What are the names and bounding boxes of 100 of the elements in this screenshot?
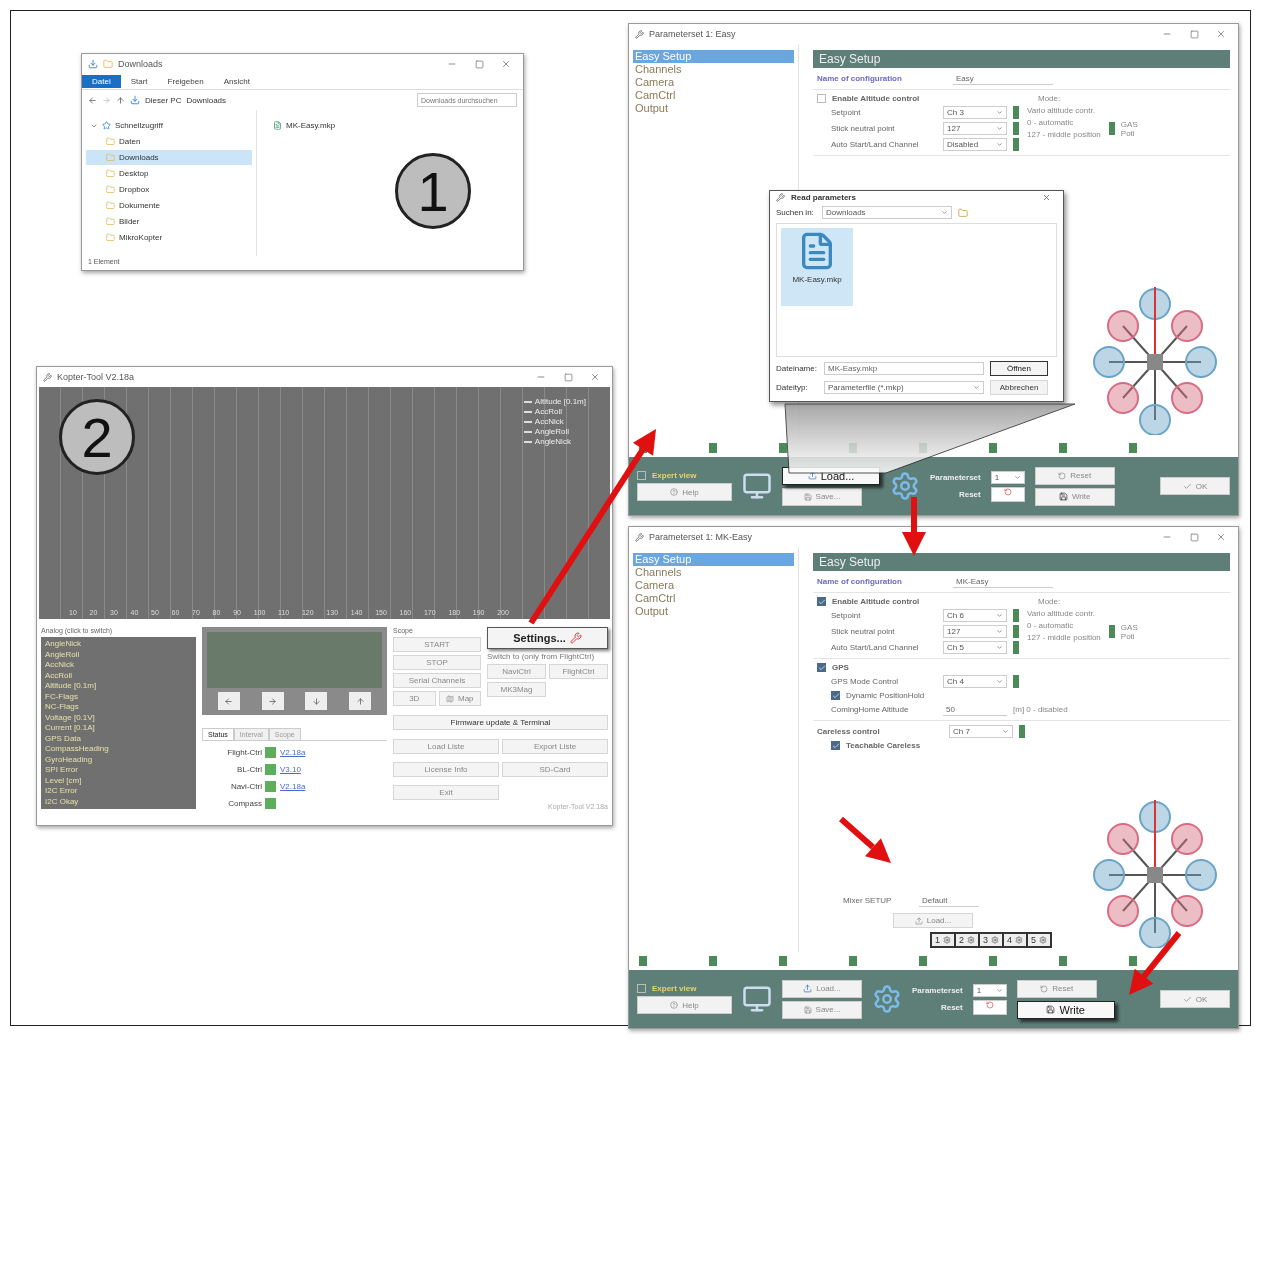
value-combo[interactable]: 127 <box>943 625 1007 638</box>
breadcrumb[interactable]: Downloads <box>186 95 227 105</box>
save-button[interactable]: Save... <box>782 1000 862 1019</box>
map-button[interactable]: Map <box>438 691 481 706</box>
nav-item[interactable]: CamCtrl <box>633 89 794 102</box>
analog-item[interactable]: CompassHeading <box>45 744 192 755</box>
parameterset-option[interactable]: 3 <box>979 934 1002 946</box>
tree-item[interactable]: Daten <box>86 134 252 149</box>
checkbox[interactable] <box>831 741 840 750</box>
analog-item[interactable]: Current [0.1A] <box>45 723 192 734</box>
action-button[interactable]: Export Liste <box>502 739 608 754</box>
ok-button[interactable]: OK <box>1160 990 1230 1008</box>
analog-item[interactable]: GyroHeading <box>45 754 192 765</box>
checkbox[interactable] <box>817 663 826 672</box>
analog-item[interactable]: Altitude [0.1m] <box>45 681 192 692</box>
mixer-field[interactable]: Default <box>919 894 979 907</box>
serial-channels-button[interactable]: Serial Channels <box>393 673 481 688</box>
folder-combo[interactable]: Downloads <box>822 206 952 219</box>
checkbox[interactable] <box>637 984 646 993</box>
breadcrumb[interactable]: Dieser PC <box>145 95 182 105</box>
mixer-load-button[interactable]: Load... <box>893 913 973 928</box>
tree-item[interactable]: Downloads <box>86 150 252 165</box>
tree-item[interactable]: Bilder <box>86 214 252 229</box>
analog-item[interactable]: AccRoll <box>45 670 192 681</box>
right-arrow-key[interactable] <box>261 692 284 710</box>
version-link[interactable]: V2.18a <box>280 748 330 757</box>
value-combo[interactable]: Ch 4 <box>943 675 1007 688</box>
switch-button[interactable]: FlightCtrl <box>549 664 608 679</box>
write-button[interactable]: Write <box>1016 1000 1115 1019</box>
analog-item[interactable]: Voltage [0.1V] <box>45 712 192 723</box>
ribbon-tab[interactable]: Ansicht <box>213 75 260 88</box>
analog-item[interactable]: GPS Data <box>45 733 192 744</box>
firmware-button[interactable]: Firmware update & Terminal <box>393 715 608 730</box>
value-combo[interactable]: Disabled <box>943 138 1007 151</box>
nav-item[interactable]: CamCtrl <box>633 592 794 605</box>
altitude-field[interactable]: 50 <box>943 703 1007 716</box>
value-combo[interactable]: Ch 7 <box>949 725 1013 738</box>
config-name-field[interactable]: Easy <box>953 72 1053 85</box>
reset-icon-button[interactable] <box>990 486 1025 502</box>
save-button[interactable]: Save... <box>782 487 862 506</box>
ribbon-tab[interactable]: Datei <box>82 75 121 88</box>
ribbon-tab[interactable]: Start <box>120 75 158 88</box>
nav-item[interactable]: Output <box>633 102 794 115</box>
action-button[interactable]: SD-Card <box>502 762 608 777</box>
file-item[interactable]: MK-Easy.mkp <box>781 228 853 306</box>
filetype-combo[interactable]: Parameterfile (*.mkp) <box>824 381 984 394</box>
up-icon[interactable] <box>116 95 125 105</box>
parameterset-combo[interactable]: 1 <box>972 983 1007 997</box>
config-name-field[interactable]: MK-Easy <box>953 575 1053 588</box>
parameterset-option[interactable]: 5 <box>1028 934 1050 946</box>
down-arrow-key[interactable] <box>305 692 328 710</box>
parameterset-option[interactable]: 1 <box>931 934 954 946</box>
parameterset-option[interactable]: 2 <box>955 934 978 946</box>
analog-item[interactable]: FC-Flags <box>45 691 192 702</box>
reset-button[interactable]: Reset <box>1034 466 1115 485</box>
open-button[interactable]: Öffnen <box>990 361 1048 376</box>
tree-item[interactable]: Dokumente <box>86 198 252 213</box>
checkbox[interactable] <box>817 597 826 606</box>
value-combo[interactable]: 127 <box>943 122 1007 135</box>
analog-item[interactable]: Level [cm] <box>45 775 192 786</box>
analog-item[interactable]: AngleRoll <box>45 649 192 660</box>
tree-item[interactable]: Desktop <box>86 166 252 181</box>
write-button[interactable]: Write <box>1034 487 1115 506</box>
analog-item[interactable]: NC-Flags <box>45 702 192 713</box>
ok-button[interactable]: OK <box>1160 477 1230 495</box>
parameterset-combo[interactable]: 1 <box>990 470 1025 484</box>
nav-item[interactable]: Camera <box>633 76 794 89</box>
scope-button[interactable]: STOP <box>393 655 481 670</box>
up-arrow-key[interactable] <box>349 692 372 710</box>
nav-item[interactable]: Channels <box>633 63 794 76</box>
analog-item[interactable]: AccNick <box>45 660 192 671</box>
reset-icon-button[interactable] <box>972 999 1007 1015</box>
nav-item[interactable]: Channels <box>633 566 794 579</box>
nav-item[interactable]: Camera <box>633 579 794 592</box>
folder-icon[interactable] <box>958 207 968 218</box>
value-combo[interactable]: Ch 3 <box>943 106 1007 119</box>
forward-icon[interactable] <box>102 95 111 105</box>
reset-button[interactable]: Reset <box>1016 979 1097 998</box>
analog-item[interactable]: I2C Error <box>45 786 192 797</box>
checkbox[interactable] <box>831 691 840 700</box>
3d-button[interactable]: 3D <box>393 691 436 706</box>
value-combo[interactable]: Ch 5 <box>943 641 1007 654</box>
load-button[interactable]: Load... <box>782 979 862 998</box>
left-arrow-key[interactable] <box>217 692 240 710</box>
tree-item[interactable]: Dropbox <box>86 182 252 197</box>
ribbon-tab[interactable]: Freigeben <box>157 75 214 88</box>
nav-item[interactable]: Easy Setup <box>633 50 794 63</box>
action-button[interactable]: Load Liste <box>393 739 499 754</box>
nav-item[interactable]: Easy Setup <box>633 553 794 566</box>
parameterset-option[interactable]: 4 <box>1003 934 1026 946</box>
scope-button[interactable]: START <box>393 637 481 652</box>
version-link[interactable]: V2.18a <box>280 782 330 791</box>
help-button[interactable]: Help <box>637 483 732 501</box>
tree-item[interactable]: Schnellzugriff <box>115 121 163 130</box>
checkbox[interactable] <box>637 471 646 480</box>
switch-button[interactable]: MK3Mag <box>487 682 546 697</box>
value-combo[interactable]: Ch 6 <box>943 609 1007 622</box>
checkbox[interactable] <box>817 94 826 103</box>
analog-item[interactable]: SPI Error <box>45 765 192 776</box>
version-link[interactable]: V3.10 <box>280 765 330 774</box>
